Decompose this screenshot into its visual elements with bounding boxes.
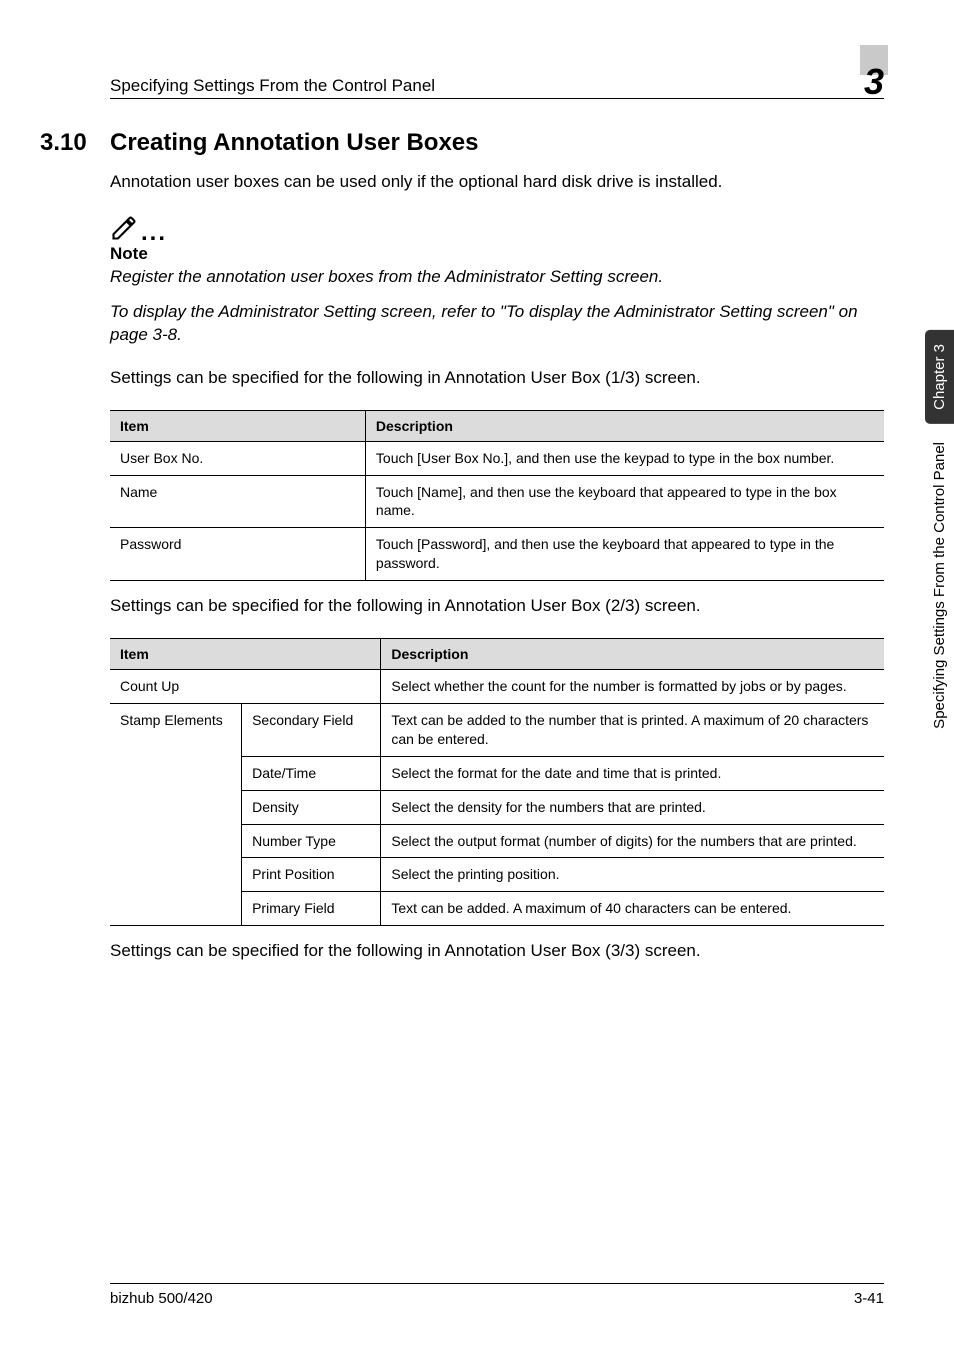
pencil-icon xyxy=(110,214,138,242)
table-cell: Text can be added to the number that is … xyxy=(381,703,884,756)
table-cell: Password xyxy=(110,528,365,581)
table-cell: Select whether the count for the number … xyxy=(381,670,884,704)
table-cell: Name xyxy=(110,475,365,528)
page-footer: bizhub 500/420 3-41 xyxy=(110,1283,884,1307)
note-block: ... Note Register the annotation user bo… xyxy=(110,214,884,347)
table-row: User Box No. Touch [User Box No.], and t… xyxy=(110,441,884,475)
chapter-number: 3 xyxy=(864,64,884,100)
table-cell: Primary Field xyxy=(242,892,381,926)
table-2: Item Description Count Up Select whether… xyxy=(110,638,884,926)
table-row: Password Touch [Password], and then use … xyxy=(110,528,884,581)
section-number: 3.10 xyxy=(40,129,110,157)
footer-left: bizhub 500/420 xyxy=(110,1290,213,1307)
note-label: Note xyxy=(110,244,884,264)
side-running-title: Specifying Settings From the Control Pan… xyxy=(925,436,954,735)
section-title: Creating Annotation User Boxes xyxy=(110,129,479,157)
running-title: Specifying Settings From the Control Pan… xyxy=(110,76,435,96)
ellipsis-icon: ... xyxy=(141,227,167,242)
section-heading: 3.10 Creating Annotation User Boxes xyxy=(110,129,884,157)
table-cell: Touch [User Box No.], and then use the k… xyxy=(365,441,884,475)
chapter-tab: Chapter 3 xyxy=(925,330,954,424)
table-header-description: Description xyxy=(381,639,884,670)
table-1: Item Description User Box No. Touch [Use… xyxy=(110,410,884,581)
settings-intro-1: Settings can be specified for the follow… xyxy=(110,367,884,390)
table-row: Count Up Select whether the count for th… xyxy=(110,670,884,704)
table-cell: Stamp Elements xyxy=(110,703,242,925)
table-cell: Number Type xyxy=(242,824,381,858)
table-row: Stamp Elements Secondary Field Text can … xyxy=(110,703,884,756)
table-cell: Date/Time xyxy=(242,756,381,790)
settings-intro-3: Settings can be specified for the follow… xyxy=(110,940,884,963)
table-cell: Select the printing position. xyxy=(381,858,884,892)
table-header-description: Description xyxy=(365,410,884,441)
note-para-1: Register the annotation user boxes from … xyxy=(110,266,884,289)
footer-right: 3-41 xyxy=(854,1290,884,1307)
table-cell: Count Up xyxy=(110,670,381,704)
settings-intro-2: Settings can be specified for the follow… xyxy=(110,595,884,618)
intro-paragraph: Annotation user boxes can be used only i… xyxy=(110,171,884,194)
side-tab-area: Chapter 3 Specifying Settings From the C… xyxy=(920,330,954,1030)
table-row: Name Touch [Name], and then use the keyb… xyxy=(110,475,884,528)
table-header-item: Item xyxy=(110,639,381,670)
table-cell: Density xyxy=(242,790,381,824)
running-header: Specifying Settings From the Control Pan… xyxy=(110,60,884,99)
note-para-2: To display the Administrator Setting scr… xyxy=(110,301,884,347)
table-cell: Select the output format (number of digi… xyxy=(381,824,884,858)
table-header-item: Item xyxy=(110,410,365,441)
table-cell: Select the format for the date and time … xyxy=(381,756,884,790)
table-cell: Print Position xyxy=(242,858,381,892)
table-cell: Secondary Field xyxy=(242,703,381,756)
table-cell: Text can be added. A maximum of 40 chara… xyxy=(381,892,884,926)
table-cell: User Box No. xyxy=(110,441,365,475)
table-cell: Select the density for the numbers that … xyxy=(381,790,884,824)
table-cell: Touch [Password], and then use the keybo… xyxy=(365,528,884,581)
table-cell: Touch [Name], and then use the keyboard … xyxy=(365,475,884,528)
